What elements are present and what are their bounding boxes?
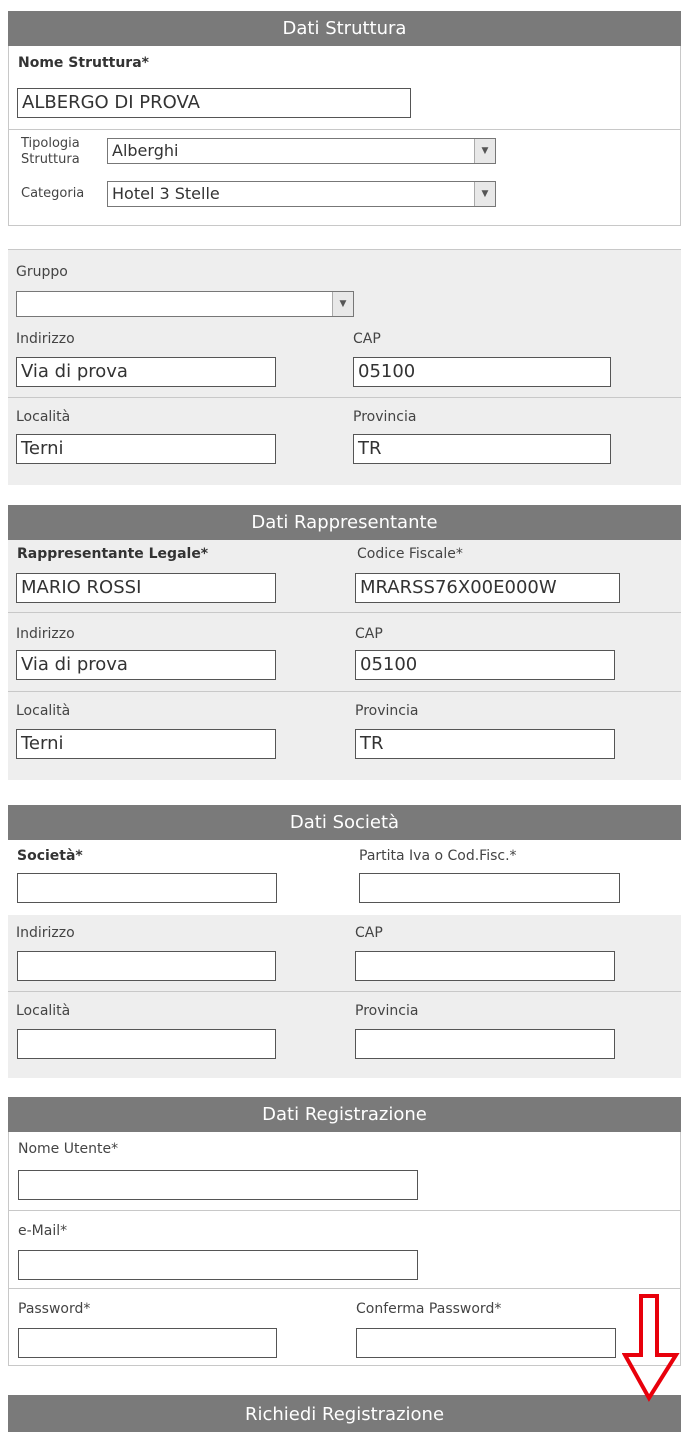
divider [8, 991, 681, 992]
email-label: e-Mail* [18, 1223, 68, 1239]
nome-struttura-label: Nome Struttura* [18, 55, 149, 71]
registrazione-panel: Nome Utente* e-Mail* Password* Conferma … [8, 1132, 681, 1366]
localita-input[interactable]: Terni [16, 729, 276, 759]
codice-fiscale-label: Codice Fiscale* [357, 546, 463, 562]
rappresentante-input[interactable]: MARIO ROSSI [16, 573, 276, 603]
section-header-struttura: Dati Struttura [8, 11, 681, 46]
localita-input[interactable] [17, 1029, 276, 1059]
divider [8, 249, 681, 250]
section-header-rappresentante: Dati Rappresentante [8, 505, 681, 540]
chevron-down-icon[interactable]: ▼ [332, 292, 353, 316]
divider [8, 612, 681, 613]
indirizzo-input[interactable] [17, 951, 276, 981]
divider [9, 129, 680, 130]
nome-utente-label: Nome Utente* [18, 1141, 119, 1157]
cap-label: CAP [353, 331, 381, 347]
richiedi-registrazione-button[interactable]: Richiedi Registrazione [8, 1395, 681, 1432]
tipologia-label-line2: Struttura [21, 152, 80, 167]
gruppo-select[interactable]: ▼ [16, 291, 354, 317]
nome-utente-input[interactable] [18, 1170, 418, 1200]
password-input[interactable] [18, 1328, 277, 1358]
tipologia-selected-value: Alberghi [112, 141, 179, 160]
email-input[interactable] [18, 1250, 418, 1280]
provincia-input[interactable]: TR [355, 729, 615, 759]
rappresentante-label: Rappresentante Legale* [17, 546, 209, 562]
rappresentante-panel: Rappresentante Legale* Codice Fiscale* M… [8, 540, 681, 780]
struttura-top-panel: Nome Struttura* ALBERGO DI PROVA Tipolog… [8, 46, 681, 226]
societa-input[interactable] [17, 873, 277, 903]
indirizzo-input[interactable]: Via di prova [16, 357, 276, 387]
divider [8, 691, 681, 692]
partita-iva-input[interactable] [359, 873, 620, 903]
cap-input[interactable] [355, 951, 615, 981]
gruppo-label: Gruppo [16, 264, 68, 280]
section-header-societa: Dati Società [8, 805, 681, 840]
chevron-down-icon[interactable]: ▼ [474, 182, 495, 206]
tipologia-label-line1: Tipologia [21, 136, 80, 151]
cap-label: CAP [355, 925, 383, 941]
password-label: Password* [18, 1301, 91, 1317]
provincia-label: Provincia [355, 703, 419, 719]
indirizzo-label: Indirizzo [16, 925, 75, 941]
categoria-label: Categoria [21, 186, 85, 201]
conferma-password-input[interactable] [356, 1328, 616, 1358]
nome-struttura-input[interactable]: ALBERGO DI PROVA [17, 88, 411, 118]
divider [8, 397, 681, 398]
divider [9, 1288, 680, 1289]
localita-label: Località [16, 409, 71, 425]
provincia-input[interactable]: TR [353, 434, 611, 464]
indirizzo-label: Indirizzo [16, 331, 75, 347]
indirizzo-label: Indirizzo [16, 626, 75, 642]
conferma-password-label: Conferma Password* [356, 1301, 502, 1317]
arrow-down-icon [622, 1294, 680, 1402]
cap-input[interactable]: 05100 [355, 650, 615, 680]
societa-label: Società* [17, 848, 83, 864]
divider [9, 1210, 680, 1211]
tipologia-select[interactable]: Alberghi ▼ [107, 138, 496, 164]
localita-label: Località [16, 1003, 71, 1019]
provincia-label: Provincia [355, 1003, 419, 1019]
cap-label: CAP [355, 626, 383, 642]
categoria-select[interactable]: Hotel 3 Stelle ▼ [107, 181, 496, 207]
indirizzo-input[interactable]: Via di prova [16, 650, 276, 680]
societa-address-panel: Indirizzo CAP Località Provincia [8, 915, 681, 1078]
tipologia-label: Tipologia Struttura [21, 136, 80, 168]
partita-iva-label: Partita Iva o Cod.Fisc.* [359, 848, 517, 864]
cap-input[interactable]: 05100 [353, 357, 611, 387]
struttura-address-panel: Gruppo ▼ Indirizzo CAP Via di prova 0510… [8, 249, 681, 485]
section-header-registrazione: Dati Registrazione [8, 1097, 681, 1132]
chevron-down-icon[interactable]: ▼ [474, 139, 495, 163]
localita-label: Località [16, 703, 71, 719]
localita-input[interactable]: Terni [16, 434, 276, 464]
categoria-selected-value: Hotel 3 Stelle [112, 184, 220, 203]
provincia-label: Provincia [353, 409, 417, 425]
societa-top-panel: Società* Partita Iva o Cod.Fisc.* [8, 840, 681, 915]
codice-fiscale-input[interactable]: MRARSS76X00E000W [355, 573, 620, 603]
provincia-input[interactable] [355, 1029, 615, 1059]
